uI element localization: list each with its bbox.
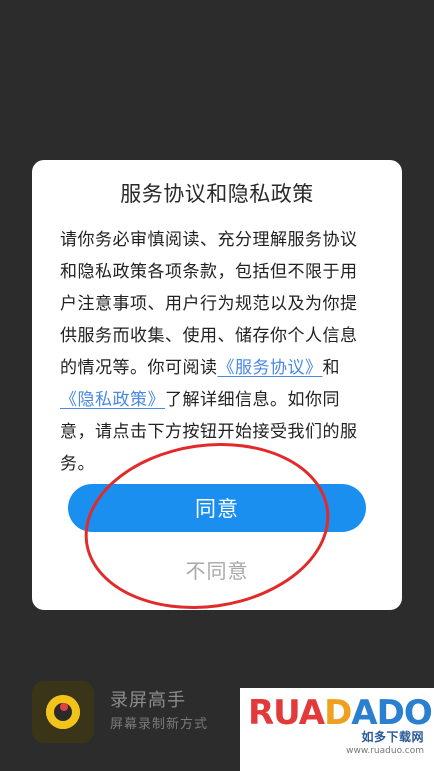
body-text-and: 和 [322, 358, 340, 378]
agree-button[interactable]: 同意 [68, 484, 366, 532]
service-agreement-link[interactable]: 《服务协议》 [218, 358, 323, 378]
privacy-policy-link[interactable]: 《隐私政策》 [60, 390, 165, 410]
app-splash-brand: 录屏高手 屏幕录制新方式 [32, 680, 208, 744]
app-texts: 录屏高手 屏幕录制新方式 [110, 689, 208, 735]
lens-ring [46, 695, 80, 729]
app-name: 录屏高手 [110, 690, 186, 711]
screen: 服务协议和隐私政策 请你务必审慎阅读、充分理解服务协议和隐私政策各项条款，包括但… [0, 0, 434, 771]
privacy-dialog: 服务协议和隐私政策 请你务必审慎阅读、充分理解服务协议和隐私政策各项条款，包括但… [32, 160, 402, 610]
disagree-button[interactable]: 不同意 [68, 546, 366, 592]
watermark-url: www.ruaduo.com [346, 746, 424, 756]
dialog-title: 服务协议和隐私政策 [120, 182, 314, 206]
camera-lens-icon [32, 681, 94, 743]
body-text-1: 请你务必审慎阅读、充分理解服务协议和隐私政策各项条款，包括但不限于用户注意事项、… [60, 230, 358, 378]
record-dot [60, 703, 68, 711]
dialog-body: 请你务必审慎阅读、充分理解服务协议和隐私政策各项条款，包括但不限于用户注意事项、… [60, 224, 374, 480]
watermark-logo: RUADADO 如多下载网 www.ruaduo.com [240, 688, 434, 771]
wm-logo-r: RUA [248, 693, 325, 733]
wm-logo-d: D [324, 693, 352, 733]
watermark-logo-text: RUADADO [248, 693, 433, 733]
app-subtitle: 屏幕录制新方式 [110, 717, 209, 732]
watermark-cn: 如多下载网 [361, 730, 424, 744]
wm-logo-o: ADO [351, 693, 432, 733]
